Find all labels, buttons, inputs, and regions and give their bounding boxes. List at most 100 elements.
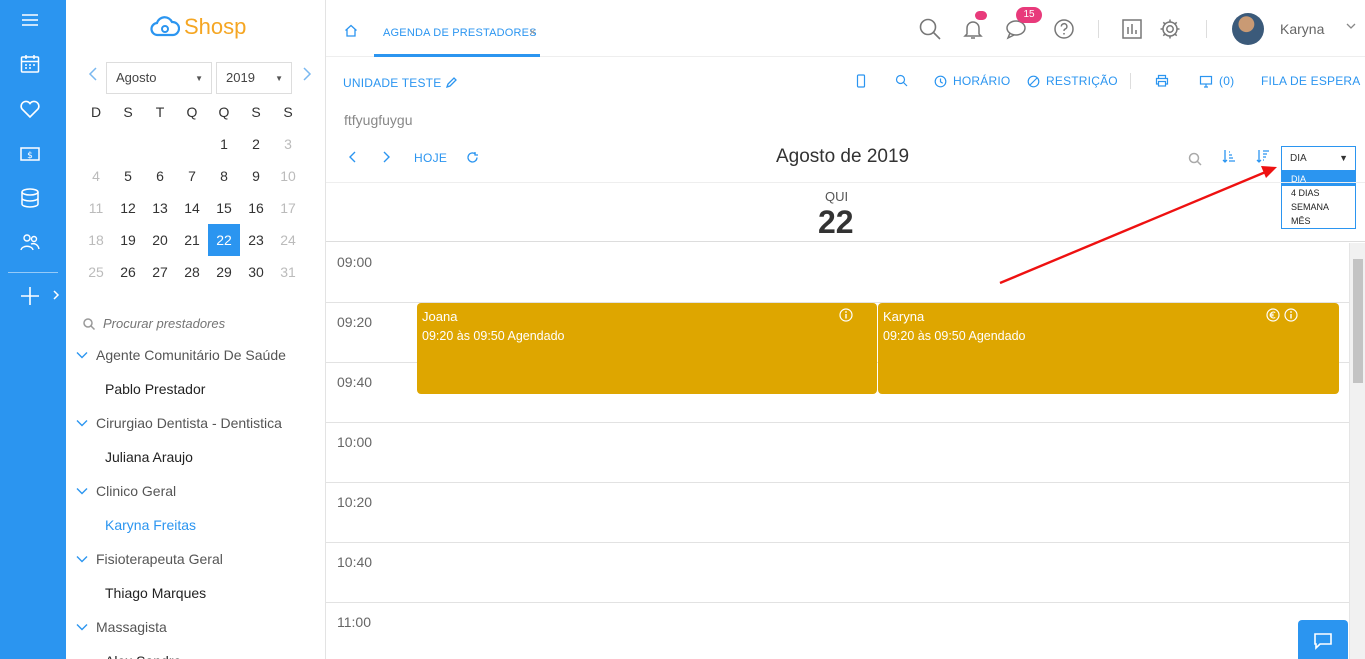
provider-group[interactable]: Massagista — [76, 610, 321, 644]
search-icon[interactable] — [895, 74, 914, 87]
refresh-icon[interactable] — [466, 151, 479, 169]
calendar-day[interactable]: 30 — [240, 258, 272, 286]
calendar-day[interactable]: 5 — [112, 162, 144, 190]
calendar-day[interactable]: 15 — [208, 194, 240, 222]
sort-ascending-icon[interactable] — [1222, 149, 1236, 168]
calendar-day[interactable]: 12 — [112, 194, 144, 222]
today-button[interactable]: HOJE — [414, 151, 447, 165]
euro-icon[interactable] — [1266, 308, 1280, 327]
scrollbar-thumb[interactable] — [1353, 259, 1363, 383]
chat-icon[interactable]: 15 — [1004, 7, 1042, 41]
tab-close-icon[interactable]: × — [529, 25, 536, 39]
gear-icon[interactable] — [1158, 17, 1182, 41]
search-icon[interactable] — [918, 17, 942, 41]
calendar-day-selected[interactable]: 22 — [208, 224, 240, 256]
chevron-down-icon — [76, 620, 96, 634]
info-icon[interactable] — [839, 308, 853, 327]
provider-group[interactable]: Cirurgiao Dentista - Dentistica — [76, 406, 321, 440]
calendar-day[interactable]: 25 — [80, 258, 112, 286]
prev-day-icon[interactable] — [347, 150, 357, 169]
plus-icon[interactable] — [17, 283, 43, 309]
provider-group[interactable]: Agente Comunitário De Saúde — [76, 338, 321, 372]
user-name[interactable]: Karyna — [1280, 21, 1324, 37]
chevron-right-icon[interactable] — [52, 288, 60, 306]
next-month-icon[interactable] — [302, 66, 312, 87]
scrollbar[interactable] — [1349, 243, 1365, 659]
support-chat-button[interactable] — [1298, 620, 1348, 659]
restricao-button[interactable]: RESTRIÇÃO — [1027, 74, 1118, 88]
calendar-day[interactable]: 13 — [144, 194, 176, 222]
time-slot[interactable]: 10:40 — [326, 543, 1349, 603]
provider-item[interactable]: Juliana Araujo — [76, 440, 321, 474]
help-icon[interactable] — [1052, 17, 1076, 41]
calendar-day[interactable]: 14 — [176, 194, 208, 222]
calendar-day[interactable]: 26 — [112, 258, 144, 286]
calendar-day[interactable]: 16 — [240, 194, 272, 222]
provider-item[interactable]: Karyna Freitas — [76, 508, 321, 542]
month-select[interactable]: Agosto ▼ — [106, 62, 212, 94]
database-icon[interactable] — [17, 185, 43, 211]
year-select[interactable]: 2019 ▼ — [216, 62, 292, 94]
divider — [1098, 20, 1099, 38]
printer-icon[interactable] — [1155, 74, 1175, 87]
calendar-day[interactable]: 19 — [112, 226, 144, 254]
calendar-day[interactable]: 4 — [80, 162, 112, 190]
prev-month-icon[interactable] — [88, 66, 98, 87]
info-icon[interactable] — [1284, 308, 1298, 327]
time-slot[interactable]: 09:00 — [326, 243, 1349, 303]
calendar-day[interactable]: 18 — [80, 226, 112, 254]
sort-descending-icon[interactable] — [1256, 149, 1270, 168]
calendar-day[interactable]: 28 — [176, 258, 208, 286]
time-slot[interactable]: 10:00 — [326, 423, 1349, 483]
provider-item[interactable]: Alex Sandro — [76, 644, 321, 659]
calendar-day[interactable]: 27 — [144, 258, 176, 286]
provider-search[interactable] — [82, 316, 273, 331]
appointment-event[interactable]: Joana 09:20 às 09:50 Agendado — [417, 303, 877, 394]
provider-group[interactable]: Fisioterapeuta Geral — [76, 542, 321, 576]
time-slot[interactable]: 11:00 — [326, 603, 1349, 659]
next-day-icon[interactable] — [382, 150, 392, 169]
calendar-day[interactable]: 7 — [176, 162, 208, 190]
time-slot[interactable]: 10:20 — [326, 483, 1349, 543]
view-select[interactable]: DIA ▼ — [1281, 146, 1356, 171]
unit-selector[interactable]: UNIDADE TESTE — [343, 76, 458, 90]
brand-logo[interactable]: Shosp — [150, 12, 246, 42]
provider-item[interactable]: Pablo Prestador — [76, 372, 321, 406]
money-icon[interactable]: $ — [17, 141, 43, 167]
weekday-label: Q — [218, 104, 230, 120]
users-icon[interactable] — [17, 230, 43, 256]
calendar-day[interactable]: 17 — [272, 194, 304, 222]
calendar-day[interactable]: 6 — [144, 162, 176, 190]
appointment-event[interactable]: Karyna 09:20 às 09:50 Agendado — [878, 303, 1339, 394]
tab-agenda-prestadores[interactable]: AGENDA DE PRESTADORES × — [374, 0, 540, 57]
menu-icon[interactable] — [17, 7, 43, 33]
calendar-day[interactable]: 9 — [240, 162, 272, 190]
chevron-down-icon[interactable] — [1346, 19, 1356, 33]
calendar-day[interactable]: 23 — [240, 226, 272, 254]
avatar[interactable] — [1232, 13, 1264, 45]
calendar-day[interactable]: 31 — [272, 258, 304, 286]
monitor-button[interactable]: (0) — [1199, 74, 1234, 88]
mobile-icon[interactable] — [856, 74, 872, 88]
home-icon[interactable] — [344, 24, 358, 42]
calendar-day[interactable]: 1 — [208, 130, 240, 158]
provider-item[interactable]: Thiago Marques — [76, 576, 321, 610]
provider-group[interactable]: Clinico Geral — [76, 474, 321, 508]
calendar-day[interactable]: 21 — [176, 226, 208, 254]
reports-chart-icon[interactable] — [1120, 17, 1144, 41]
provider-search-input[interactable] — [103, 316, 273, 331]
calendar-icon[interactable] — [17, 51, 43, 77]
heart-icon[interactable] — [17, 96, 43, 122]
search-icon[interactable] — [1188, 152, 1202, 171]
calendar-day[interactable]: 29 — [208, 258, 240, 286]
calendar-day[interactable]: 2 — [240, 130, 272, 158]
calendar-day[interactable]: 10 — [272, 162, 304, 190]
fila-de-espera-button[interactable]: FILA DE ESPERA — [1261, 74, 1361, 88]
bell-icon[interactable] — [961, 11, 987, 41]
calendar-day[interactable]: 11 — [80, 194, 112, 222]
calendar-day[interactable]: 3 — [272, 130, 304, 158]
calendar-day[interactable]: 20 — [144, 226, 176, 254]
horario-button[interactable]: HORÁRIO — [934, 74, 1010, 88]
calendar-day[interactable]: 8 — [208, 162, 240, 190]
calendar-day[interactable]: 24 — [272, 226, 304, 254]
